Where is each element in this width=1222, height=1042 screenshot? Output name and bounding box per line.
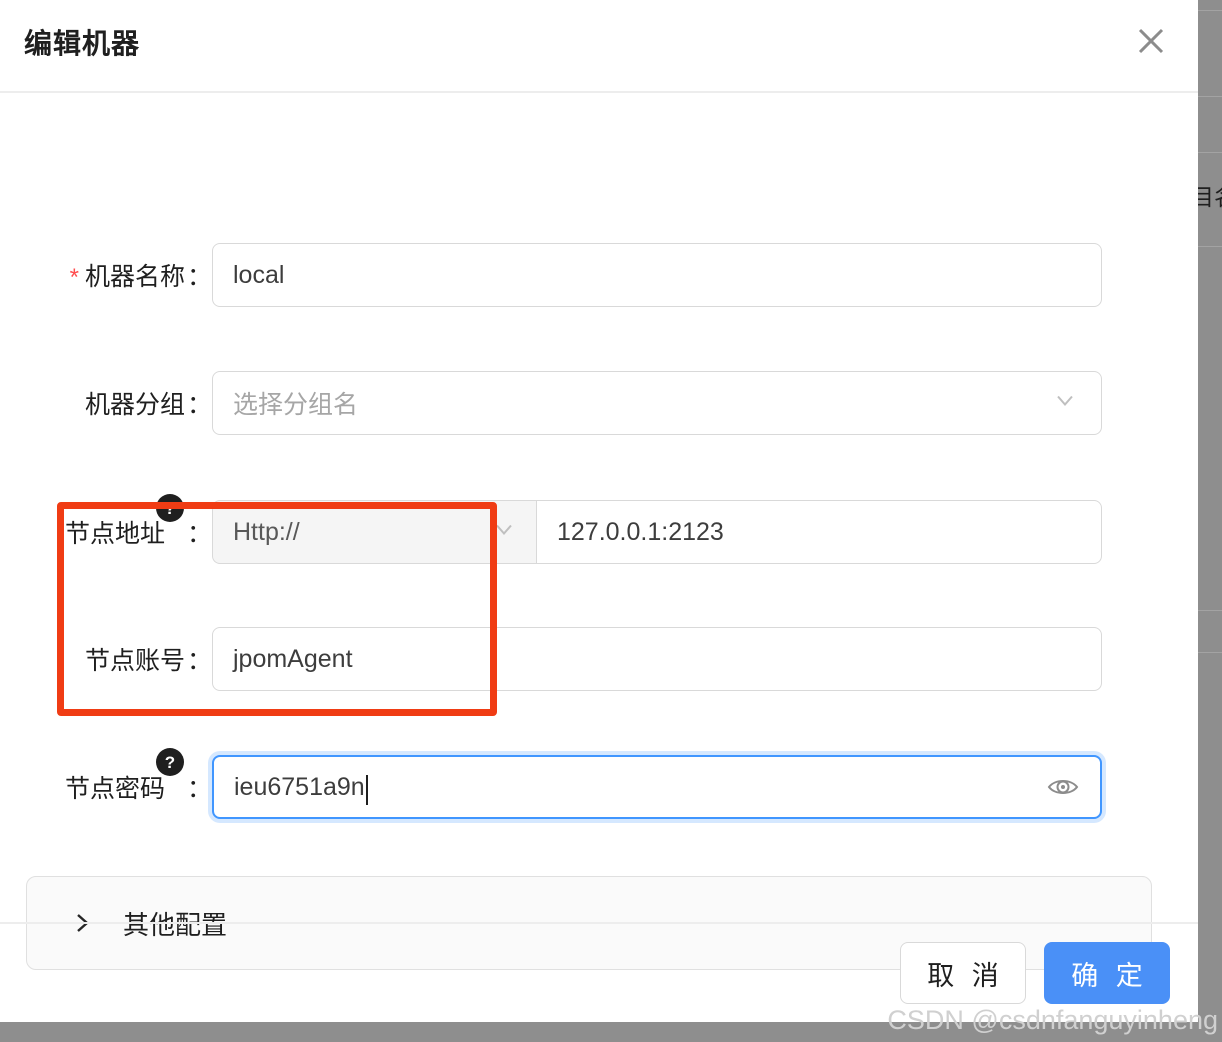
edit-machine-dialog: 编辑机器 * 机器名称 ： local 机器分组 ： 选择分组名 节点地址 ? … <box>0 0 1198 1022</box>
watermark-text: CSDN @csdnfanguyinheng <box>887 1005 1218 1035</box>
label-text: 节点密码 <box>64 775 165 803</box>
node-address-protocol-select[interactable]: Http:// <box>212 500 536 564</box>
screen: 目名 编辑机器 * 机器名称 ： local <box>0 0 1222 1042</box>
machine-name-input[interactable]: local <box>212 243 1102 307</box>
form-item-node-account: 节点账号 ： jpomAgent <box>0 627 1198 691</box>
form-item-node-address: 节点地址 ? ： Http:// 127.0.0.1:2123 <box>0 494 1198 564</box>
chevron-down-icon <box>490 515 518 550</box>
node-address-input[interactable]: 127.0.0.1:2123 <box>536 500 1102 564</box>
label-text: 节点账号 <box>84 647 185 675</box>
dialog-header: 编辑机器 <box>0 0 1198 93</box>
node-password-input[interactable]: ieu6751a9n <box>212 755 1102 819</box>
node-account-input[interactable]: jpomAgent <box>212 627 1102 691</box>
form-item-machine-group: 机器分组 ： 选择分组名 <box>0 371 1198 435</box>
dialog-body: * 机器名称 ： local 机器分组 ： 选择分组名 节点地址 ? ： Htt… <box>0 93 1198 970</box>
question-circle-icon[interactable]: ? <box>156 748 184 776</box>
form-item-machine-name: * 机器名称 ： local <box>0 243 1198 307</box>
label-colon: ： <box>186 263 212 291</box>
label-text: 节点地址 <box>64 520 165 548</box>
machine-name-label: * 机器名称 ： <box>0 243 212 307</box>
label-colon: ： <box>186 775 212 803</box>
background-row-line <box>1195 246 1222 247</box>
background-table-text: 目名 <box>1195 184 1222 210</box>
label-colon: ： <box>186 520 212 548</box>
node-account-value: jpomAgent <box>233 644 353 673</box>
background-row-line <box>1195 10 1222 11</box>
machine-group-label: 机器分组 ： <box>0 371 212 435</box>
background-row-line <box>1195 96 1222 97</box>
page-title: 编辑机器 <box>24 28 141 59</box>
chevron-down-icon <box>1051 386 1079 421</box>
label-colon: ： <box>186 391 212 419</box>
label-text: 机器名称 <box>84 263 185 291</box>
cancel-button[interactable]: 取 消 <box>900 942 1026 1004</box>
machine-group-placeholder: 选择分组名 <box>233 391 359 419</box>
node-address-value: 127.0.0.1:2123 <box>557 517 724 546</box>
form-item-node-password: 节点密码 ? ： ieu6751a9n <box>0 748 1198 819</box>
background-row-line <box>1195 652 1222 653</box>
machine-group-select[interactable]: 选择分组名 <box>212 371 1102 435</box>
background-row-line <box>1195 610 1222 611</box>
text-caret <box>365 775 368 805</box>
machine-name-value: local <box>233 260 285 289</box>
confirm-button[interactable]: 确 定 <box>1044 942 1170 1004</box>
close-icon[interactable] <box>1128 18 1174 64</box>
node-address-group: Http:// 127.0.0.1:2123 <box>212 500 1102 564</box>
node-account-label: 节点账号 ： <box>0 627 212 691</box>
node-password-label: 节点密码 ? ： <box>0 748 212 819</box>
question-circle-icon[interactable]: ? <box>156 494 184 522</box>
required-asterisk: * <box>69 264 79 291</box>
protocol-value: Http:// <box>233 517 300 546</box>
node-address-label: 节点地址 ? ： <box>0 494 212 564</box>
eye-icon[interactable] <box>1046 770 1080 804</box>
node-password-value: ieu6751a9n <box>234 772 365 801</box>
label-text: 机器分组 <box>84 391 185 419</box>
label-colon: ： <box>186 647 212 675</box>
background-row-line <box>1195 152 1222 153</box>
